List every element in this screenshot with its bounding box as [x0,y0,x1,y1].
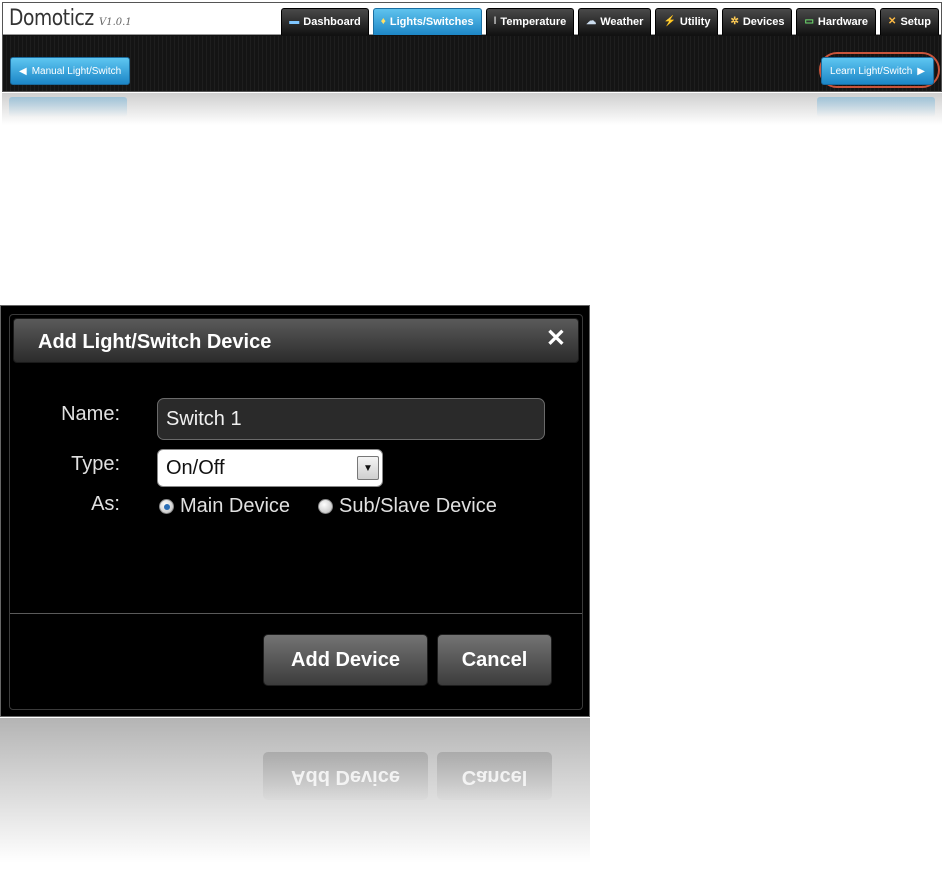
bulb-icon: ♦ [380,16,386,27]
radio-main-device[interactable]: Main Device [159,495,290,518]
tab-dashboard[interactable]: ▬ Dashboard [281,8,369,35]
tab-label: Weather [600,16,644,28]
arrow-right-icon: ▶ [917,65,925,77]
close-icon[interactable]: ✕ [546,327,566,351]
tab-hardware[interactable]: ▭ Hardware [796,8,877,35]
arrow-left-icon: ◀ [19,65,27,77]
tab-temperature[interactable]: ǀ Temperature [485,8,575,35]
action-bar: ◀ Manual Light/Switch Learn Light/Switch… [3,36,941,91]
radio-button-unchecked[interactable] [318,499,333,514]
tab-label: Devices [742,16,785,28]
type-selected-value: On/Off [166,457,225,479]
dialog-divider [10,613,582,614]
dialog-titlebar: Add Light/Switch Device ✕ [13,318,579,363]
tab-setup[interactable]: ✕ Setup [880,8,939,35]
tab-label: Dashboard [303,16,361,28]
manual-light-switch-label: Manual Light/Switch [31,65,122,77]
tab-label: Temperature [500,16,567,28]
add-device-button[interactable]: Add Device [263,634,428,686]
tab-label: Utility [679,16,711,28]
monitor-icon: ▬ [289,16,300,27]
app-version: V1.0.1 [99,17,132,28]
radio-label-main: Main Device [180,495,291,517]
tab-weather[interactable]: ☁ Weather [578,8,652,35]
manual-light-switch-button[interactable]: ◀ Manual Light/Switch [10,57,131,85]
cancel-button[interactable]: Cancel [437,634,552,686]
tab-label: Lights/Switches [389,16,474,28]
cloud-icon: ☁ [586,16,597,27]
add-device-button-reflection: Add Device [263,752,428,800]
app-logo: Domoticz [9,6,94,31]
chevron-down-icon[interactable]: ▼ [357,456,379,480]
tools-icon: ✕ [888,16,897,27]
learn-button-reflection [817,97,935,117]
learn-light-switch-label: Learn Light/Switch [830,65,913,77]
app-header: Domoticz V1.0.1 ▬ Dashboard ♦ Lights/Swi… [2,2,942,92]
tab-label: Setup [900,16,931,28]
radio-label-sub: Sub/Slave Device [339,495,497,517]
type-select[interactable]: On/Off ▼ [157,449,383,487]
header-reflection [2,93,942,125]
lightning-icon: ⚡ [663,16,676,27]
dialog-reflection: Add Device Cancel [0,718,590,863]
manual-button-reflection [9,97,127,117]
tab-label: Hardware [817,16,869,28]
gear-icon: ✲ [730,16,739,27]
learn-light-switch-button[interactable]: Learn Light/Switch ▶ [821,57,934,85]
name-input[interactable] [157,398,545,440]
cancel-button-reflection: Cancel [437,752,552,800]
as-label: As: [91,493,120,515]
dialog-title: Add Light/Switch Device [38,331,272,353]
top-bar: Domoticz V1.0.1 ▬ Dashboard ♦ Lights/Swi… [3,3,941,35]
name-label: Name: [61,403,120,425]
cancel-reflection-text: Cancel [461,765,528,788]
tab-lights-switches[interactable]: ♦ Lights/Switches [372,8,482,35]
main-nav: ▬ Dashboard ♦ Lights/Switches ǀ Temperat… [281,8,939,35]
type-label: Type: [71,453,120,475]
radio-button-checked[interactable] [159,499,174,514]
add-device-reflection-text: Add Device [291,765,400,788]
thermometer-icon: ǀ [493,16,497,27]
tab-utility[interactable]: ⚡ Utility [655,8,719,35]
tab-devices[interactable]: ✲ Devices [722,8,793,35]
radio-sub-slave-device[interactable]: Sub/Slave Device [318,495,497,518]
circuit-board-icon: ▭ [804,16,814,27]
